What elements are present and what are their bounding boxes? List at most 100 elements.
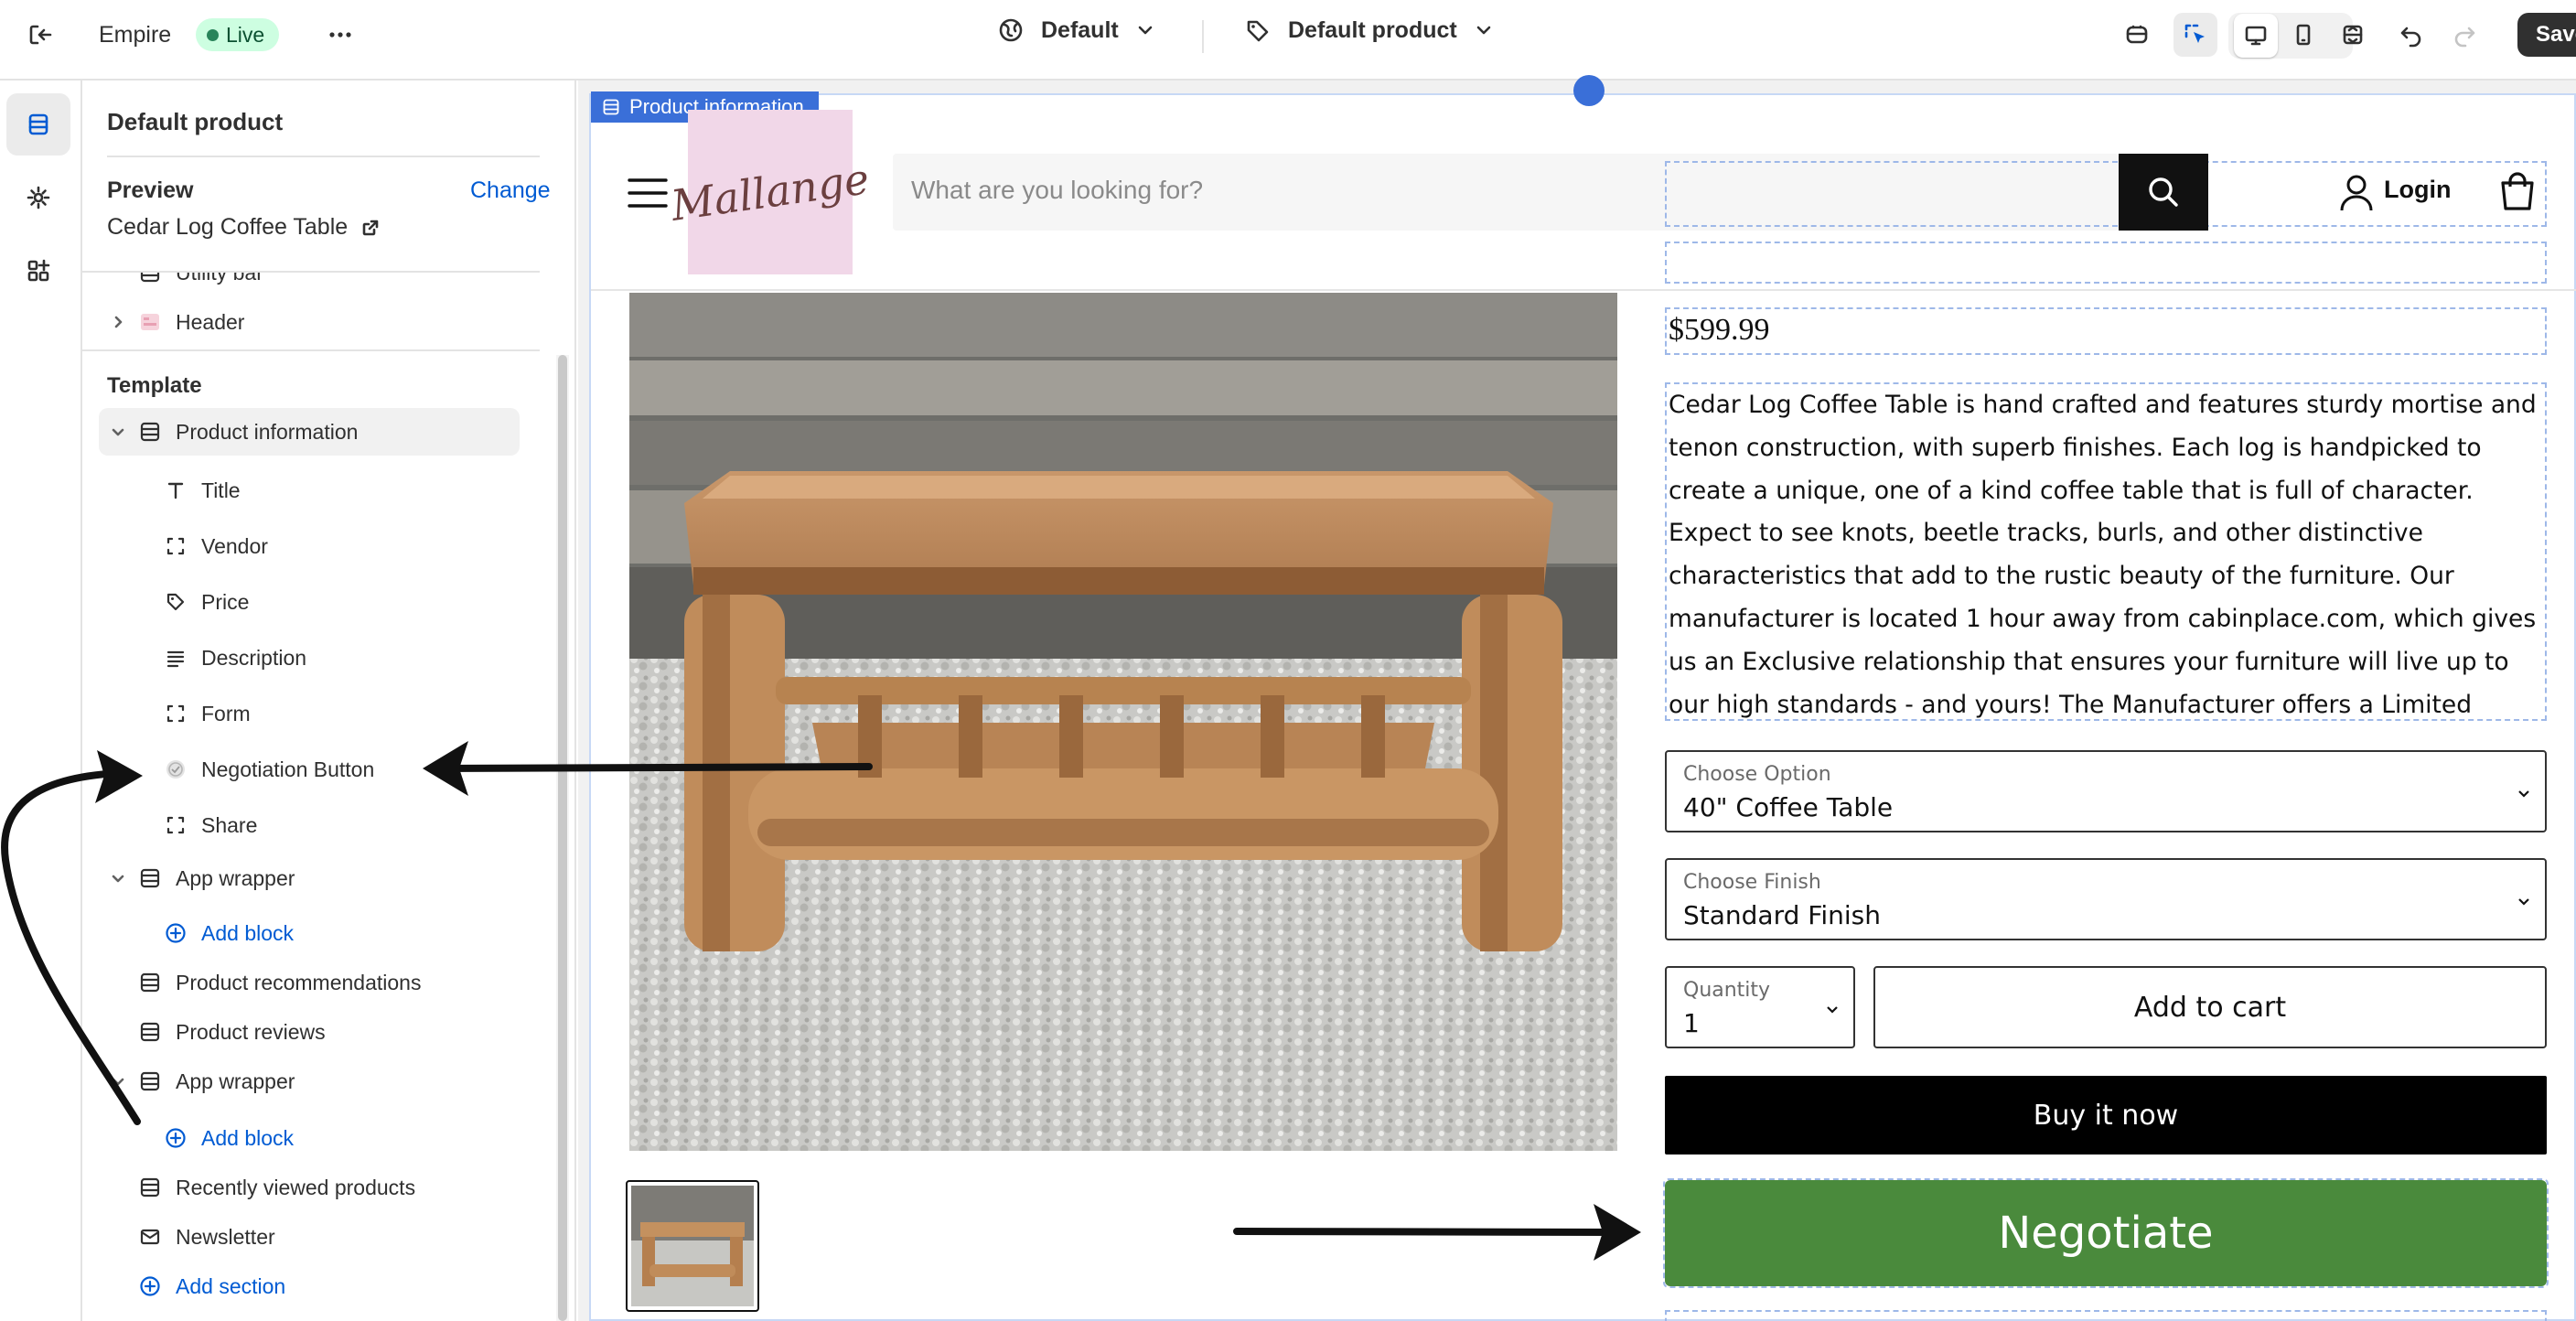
envelope-icon: [140, 1229, 160, 1245]
block-frame-icon: [166, 816, 185, 834]
tree-item-product-information[interactable]: Product information: [139, 410, 358, 454]
hamburger-menu-icon[interactable]: [628, 177, 668, 209]
product-price: $599.99: [1665, 307, 2547, 355]
divider: [82, 349, 540, 351]
next-block-outline: [1665, 1310, 2547, 1321]
chevron-down-icon: [1827, 1006, 1838, 1014]
save-button[interactable]: Save: [2517, 13, 2576, 57]
tree-item-product-reviews[interactable]: Product reviews: [139, 1010, 326, 1054]
plus-circle-icon: [166, 1128, 186, 1148]
product-image[interactable]: [629, 293, 1617, 1151]
tag-icon: [1247, 20, 1269, 42]
add-block-label: Add block: [201, 1125, 295, 1150]
exit-icon[interactable]: [18, 13, 62, 57]
inspector-icon[interactable]: [2174, 13, 2217, 57]
cart-icon[interactable]: [2497, 170, 2538, 212]
add-section-button[interactable]: Add section: [139, 1264, 285, 1308]
search-icon: [2149, 177, 2178, 207]
template-selector[interactable]: Default product: [1244, 16, 1494, 44]
sections-icon[interactable]: [6, 93, 70, 156]
section-icon: [140, 1022, 160, 1042]
tree-item-utility-bar[interactable]: Utility bar: [139, 273, 263, 295]
section-icon: [140, 273, 160, 283]
buy-it-now-button[interactable]: Buy it now: [1665, 1076, 2547, 1155]
section-handle[interactable]: [1573, 75, 1605, 106]
theme-store-icon[interactable]: [2115, 13, 2159, 57]
template-heading: Template: [107, 373, 202, 398]
chevron-down-icon: [112, 1078, 124, 1086]
logo-text: Mallange: [668, 154, 873, 231]
chevron-down-icon: [112, 875, 124, 883]
search-button[interactable]: [2119, 154, 2208, 231]
tree-item-product-recommendations[interactable]: Product recommendations: [139, 961, 421, 1004]
finish-select-label: Choose Finish: [1683, 871, 1821, 894]
paragraph-icon: [166, 650, 185, 668]
redo-icon[interactable]: [2442, 13, 2486, 57]
block-form[interactable]: Form: [165, 692, 251, 736]
product-description: Cedar Log Coffee Table is hand crafted a…: [1665, 382, 2547, 721]
store-logo[interactable]: Mallange: [668, 110, 873, 274]
add-section-label: Add section: [176, 1273, 286, 1298]
status-badge: Live: [196, 18, 280, 51]
tree-item-newsletter[interactable]: Newsletter: [139, 1215, 275, 1259]
block-vendor[interactable]: Vendor: [165, 524, 268, 568]
theme-selector[interactable]: Default: [997, 16, 1155, 44]
desktop-icon[interactable]: [2234, 14, 2278, 58]
vendor-block-outline: [1665, 242, 2547, 284]
block-label: Share: [201, 812, 258, 837]
tree-item-label: Utility bar: [176, 273, 263, 285]
negotiate-button[interactable]: Negotiate: [1665, 1180, 2547, 1286]
block-title[interactable]: Title: [165, 468, 241, 512]
store-name: Empire: [99, 22, 172, 48]
sidebar-title: Default product: [107, 108, 284, 135]
finish-select[interactable]: Choose Finish Standard Finish: [1665, 858, 2547, 940]
add-block-button-2[interactable]: Add block: [165, 1116, 294, 1160]
add-block-button[interactable]: Add block: [165, 911, 294, 955]
option-select[interactable]: Choose Option 40" Coffee Table: [1665, 750, 2547, 832]
tree-clip: Utility bar: [82, 273, 540, 300]
mobile-icon[interactable]: [2281, 13, 2325, 57]
apps-icon[interactable]: [6, 240, 70, 302]
divider: [107, 156, 540, 157]
tree-item-label: App wrapper: [176, 865, 295, 890]
chevron-right-icon: [114, 316, 123, 328]
quantity-select[interactable]: Quantity 1: [1665, 966, 1855, 1048]
user-icon[interactable]: [2338, 174, 2375, 212]
settings-gear-icon[interactable]: [6, 166, 70, 229]
tree-item-app-wrapper[interactable]: App wrapper: [139, 856, 295, 900]
block-frame-icon: [166, 704, 185, 723]
section-icon: [140, 1071, 160, 1091]
tree-item-header[interactable]: Header: [139, 300, 244, 344]
block-label: Negotiation Button: [201, 757, 375, 781]
scrollbar-thumb[interactable]: [558, 355, 567, 1321]
preview-label: Preview: [107, 177, 194, 203]
block-label: Form: [201, 701, 251, 725]
add-to-cart-button[interactable]: Add to cart: [1873, 966, 2547, 1048]
block-label: Title: [201, 478, 241, 502]
more-actions-icon[interactable]: [318, 13, 362, 57]
tree-item-recently-viewed[interactable]: Recently viewed products: [139, 1165, 415, 1209]
tree-item-label: Header: [176, 309, 245, 334]
login-link[interactable]: Login: [2384, 176, 2451, 204]
product-thumbnail[interactable]: [626, 1180, 759, 1312]
plus-circle-icon: [140, 1276, 160, 1296]
change-preview-link[interactable]: Change: [470, 177, 551, 204]
finish-select-value: Standard Finish: [1683, 900, 1881, 930]
block-frame-icon: [166, 537, 185, 555]
block-label: Price: [201, 589, 250, 614]
block-price[interactable]: Price: [165, 580, 249, 624]
tree-item-app-wrapper-2[interactable]: App wrapper: [139, 1059, 295, 1103]
chevron-down-icon: [2518, 790, 2529, 798]
tree-item-label: Product information: [176, 419, 359, 444]
preview-product[interactable]: Cedar Log Coffee Table: [107, 214, 381, 241]
search-placeholder: What are you looking for?: [911, 176, 1204, 204]
section-icon: [140, 422, 160, 442]
tree-item-label: Product reviews: [176, 1019, 326, 1044]
divider: [1202, 20, 1204, 53]
block-description[interactable]: Description: [165, 636, 306, 680]
full-width-icon[interactable]: [2331, 13, 2375, 57]
block-negotiation-button[interactable]: Negotiation Button: [165, 747, 374, 791]
undo-icon[interactable]: [2389, 13, 2433, 57]
tree-item-label: Recently viewed products: [176, 1175, 416, 1199]
block-share[interactable]: Share: [165, 803, 257, 847]
